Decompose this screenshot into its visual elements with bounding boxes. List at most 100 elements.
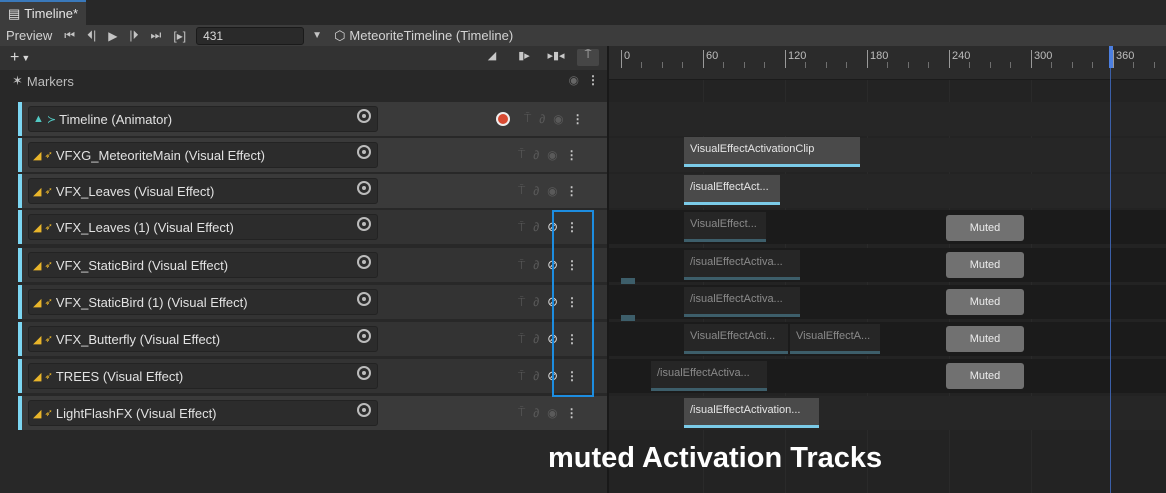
activation-clip[interactable]: /isualEffectActiva... xyxy=(684,287,800,317)
ruler-label: 360 xyxy=(1116,50,1135,62)
lock-icon[interactable]: ∂ xyxy=(533,406,539,420)
activation-clip[interactable]: /isualEffectActivation... xyxy=(684,398,819,428)
track-name-field[interactable]: ◢ ➶ TREES (Visual Effect) xyxy=(28,363,378,389)
pin-icon[interactable]: ⍑ xyxy=(518,332,525,347)
track-row[interactable]: ◢ ➶ VFX_Butterfly (Visual Effect) ⍑ ∂ ⊘ … xyxy=(18,322,607,356)
playhead-handle[interactable] xyxy=(1109,46,1113,68)
timeline-window-tab[interactable]: ▤ Timeline* xyxy=(0,0,86,25)
track-name-field[interactable]: ◢ ➶ VFX_Leaves (Visual Effect) xyxy=(28,178,378,204)
pin-icon[interactable]: ⍑ xyxy=(518,220,525,235)
track-name-field[interactable]: ◢ ➶ VFXG_MeteoriteMain (Visual Effect) xyxy=(28,142,378,168)
go-to-start-icon[interactable]: ⏮ xyxy=(58,25,81,46)
eye-icon[interactable]: ◉ xyxy=(553,112,563,126)
ruler-label: 0 xyxy=(624,50,631,62)
pin-icon[interactable]: ⍑ xyxy=(577,49,599,66)
ripple-icon[interactable]: ▸▮◂ xyxy=(545,49,567,66)
animator-icon: ▲ xyxy=(33,113,44,125)
next-frame-icon[interactable]: |⏵ xyxy=(123,25,144,46)
track-row[interactable]: ◢ ➶ TREES (Visual Effect) ⍑ ∂ ⊘ ⋮ xyxy=(18,359,607,393)
activation-icon: ➶ xyxy=(44,259,53,271)
ruler-major-tick xyxy=(867,50,868,68)
track-row[interactable]: ▲ ≻ Timeline (Animator) ⍑ ∂ ◉ ⋮ xyxy=(18,102,607,136)
play-range-icon[interactable]: [▸] xyxy=(167,25,192,46)
mini-clip[interactable] xyxy=(621,278,635,284)
object-picker-icon[interactable] xyxy=(357,217,371,231)
preview-button[interactable]: Preview xyxy=(0,25,58,46)
track-name-field[interactable]: ◢ ➶ VFX_Leaves (1) (Visual Effect) xyxy=(28,214,378,240)
pin-icon[interactable]: ⍑ xyxy=(518,183,525,198)
activation-clip[interactable]: VisualEffectA... xyxy=(790,324,880,354)
markers-row[interactable]: ✶ Markers ◉ ⋮ xyxy=(0,70,607,92)
activation-clip[interactable]: VisualEffect... xyxy=(684,212,766,242)
track-label: LightFlashFX (Visual Effect) xyxy=(55,405,217,421)
object-picker-icon[interactable] xyxy=(357,145,371,159)
time-ruler[interactable]: 0 60 120 180 240 300 360 xyxy=(609,46,1166,80)
more-options-icon[interactable]: ⋮ xyxy=(566,406,578,420)
activation-icon: ➶ xyxy=(44,185,53,197)
previous-frame-icon[interactable]: ⏴| xyxy=(81,25,102,46)
visual-effect-icon: ◢ xyxy=(33,185,42,198)
pin-icon[interactable]: ⍑ xyxy=(518,258,525,273)
lock-icon[interactable]: ∂ xyxy=(533,295,539,309)
ruler-minor-tick xyxy=(1072,62,1073,68)
track-name-field[interactable]: ◢ ➶ VFX_StaticBird (Visual Effect) xyxy=(28,252,378,278)
track-name-field[interactable]: ▲ ≻ Timeline (Animator) xyxy=(28,106,378,132)
track-row[interactable]: ◢ ➶ VFX_Leaves (Visual Effect) ⍑ ∂ ◉ ⋮ xyxy=(18,174,607,208)
object-picker-icon[interactable] xyxy=(357,181,371,195)
lock-icon[interactable]: ∂ xyxy=(539,112,545,126)
track-row[interactable]: ◢ ➶ VFX_Leaves (1) (Visual Effect) ⍑ ∂ ⊘… xyxy=(18,210,607,244)
lock-icon[interactable]: ∂ xyxy=(533,258,539,272)
add-track-button[interactable]: + ▼ xyxy=(0,49,30,67)
pin-icon[interactable]: ⍑ xyxy=(524,111,531,126)
more-options-icon[interactable]: ⋮ xyxy=(566,184,578,198)
activation-clip[interactable]: VisualEffectActi... xyxy=(684,324,788,354)
activation-clip[interactable]: /isualEffectActiva... xyxy=(651,361,767,391)
mini-clip[interactable] xyxy=(621,315,635,321)
activation-clip[interactable]: /isualEffectActiva... xyxy=(684,250,800,280)
object-picker-icon[interactable] xyxy=(357,255,371,269)
zoom-icon[interactable]: ◢ xyxy=(481,49,503,66)
more-options-icon[interactable]: ⋮ xyxy=(572,112,584,126)
record-icon[interactable] xyxy=(496,111,510,126)
ruler-minor-tick xyxy=(744,62,745,68)
track-name-field[interactable]: ◢ ➶ VFX_Butterfly (Visual Effect) xyxy=(28,326,378,352)
more-options-icon[interactable]: ⋮ xyxy=(566,148,578,162)
track-name-field[interactable]: ◢ ➶ VFX_StaticBird (1) (Visual Effect) xyxy=(28,289,378,315)
lock-icon[interactable]: ∂ xyxy=(533,332,539,346)
track-row[interactable]: ◢ ➶ VFX_StaticBird (Visual Effect) ⍑ ∂ ⊘… xyxy=(18,248,607,282)
track-row[interactable]: ◢ ➶ VFX_StaticBird (1) (Visual Effect) ⍑… xyxy=(18,285,607,319)
object-picker-icon[interactable] xyxy=(357,366,371,380)
activation-clip[interactable]: /isualEffectAct... xyxy=(684,175,780,205)
current-frame-field[interactable]: 431 xyxy=(196,26,305,45)
pin-icon[interactable]: ⍑ xyxy=(518,369,525,384)
timeline-clip-area[interactable]: 0 60 120 180 240 300 360 VisualEffectAct… xyxy=(609,46,1166,493)
lock-icon[interactable]: ∂ xyxy=(533,184,539,198)
activation-clip[interactable]: VisualEffectActivationClip xyxy=(684,137,860,167)
lock-icon[interactable]: ∂ xyxy=(533,148,539,162)
eye-icon[interactable]: ◉ xyxy=(547,406,557,420)
more-options-icon[interactable]: ⋮ xyxy=(587,73,599,87)
object-picker-icon[interactable] xyxy=(357,329,371,343)
ruler-label: 60 xyxy=(706,50,719,62)
eye-icon[interactable]: ◉ xyxy=(547,148,557,162)
lock-icon[interactable]: ∂ xyxy=(533,369,539,383)
annotation-caption: muted Activation Tracks xyxy=(548,442,883,474)
lock-icon[interactable]: ∂ xyxy=(533,220,539,234)
track-row[interactable]: ◢ ➶ LightFlashFX (Visual Effect) ⍑ ∂ ◉ ⋮ xyxy=(18,396,607,430)
eye-icon[interactable]: ◉ xyxy=(569,73,579,87)
activation-icon: ➶ xyxy=(44,221,53,233)
track-name-field[interactable]: ◢ ➶ LightFlashFX (Visual Effect) xyxy=(28,400,378,426)
time-format-dropdown-icon[interactable]: ▼ xyxy=(310,30,324,41)
object-picker-icon[interactable] xyxy=(357,403,371,417)
object-picker-icon[interactable] xyxy=(357,292,371,306)
breadcrumb[interactable]: ⬡ MeteoriteTimeline (Timeline) xyxy=(334,25,513,46)
snap-icon[interactable]: ▮▸ xyxy=(513,49,535,66)
eye-icon[interactable]: ◉ xyxy=(547,184,557,198)
object-picker-icon[interactable] xyxy=(357,109,371,123)
pin-icon[interactable]: ⍑ xyxy=(518,405,525,420)
play-icon[interactable]: ▶ xyxy=(102,25,123,46)
track-row[interactable]: ◢ ➶ VFXG_MeteoriteMain (Visual Effect) ⍑… xyxy=(18,138,607,172)
pin-icon[interactable]: ⍑ xyxy=(518,295,525,310)
go-to-end-icon[interactable]: ⏭ xyxy=(145,25,168,46)
pin-icon[interactable]: ⍑ xyxy=(518,147,525,162)
